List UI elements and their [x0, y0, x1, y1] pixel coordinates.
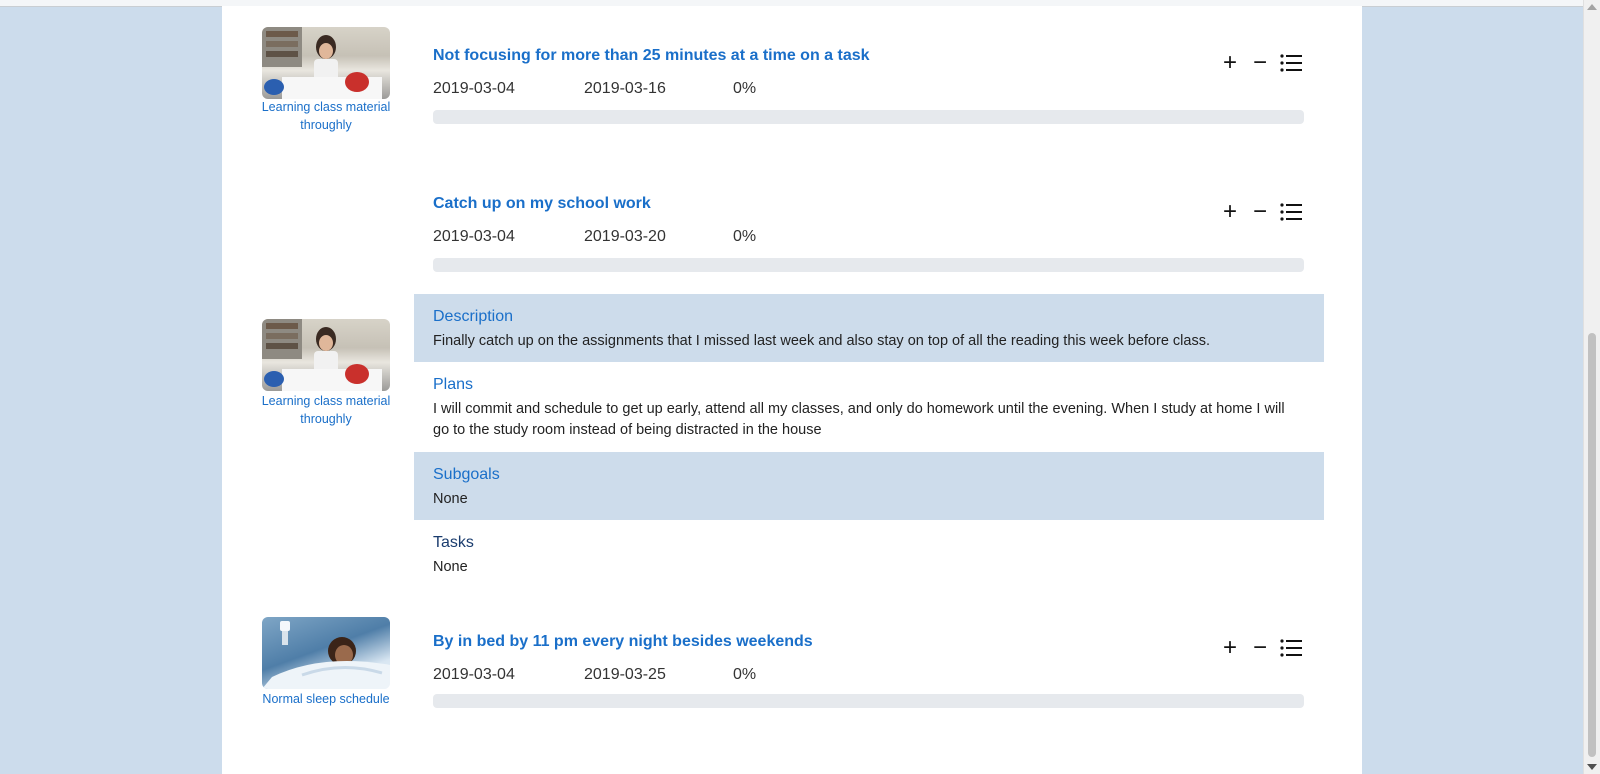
subgoals-section: Subgoals None: [414, 452, 1324, 520]
subgoals-text: None: [433, 491, 468, 507]
description-section: Description Finally catch up on the assi…: [414, 294, 1324, 362]
vertical-scrollbar[interactable]: [1583, 0, 1600, 774]
list-icon[interactable]: [1280, 638, 1302, 658]
tasks-text: None: [433, 559, 468, 575]
study-photo-icon: [262, 27, 382, 99]
goal-image-caption[interactable]: Normal sleep schedule: [258, 690, 394, 708]
sleep-photo-icon: [262, 621, 390, 689]
goal-end-date: 2019-03-20: [584, 228, 666, 245]
minus-icon[interactable]: [1248, 51, 1272, 75]
goal-end-date: 2019-03-16: [584, 80, 666, 97]
goal-start-date: 2019-03-04: [433, 228, 515, 245]
goal-start-date: 2019-03-04: [433, 80, 515, 97]
goal-image-caption[interactable]: Learning class material throughly: [258, 392, 394, 428]
plans-label: Plans: [433, 376, 474, 393]
goal-start-date: 2019-03-04: [433, 666, 515, 683]
goal-image-caption[interactable]: Learning class material throughly: [258, 98, 394, 134]
list-icon[interactable]: [1280, 53, 1302, 73]
plans-text: I will commit and schedule to get up ear…: [433, 401, 1285, 438]
goal-image-study[interactable]: [262, 27, 390, 99]
goal-progress-text: 0%: [733, 228, 757, 245]
goal-image-study[interactable]: [262, 319, 390, 391]
goal-progress-bar: [433, 110, 1304, 124]
plus-icon[interactable]: [1218, 51, 1242, 75]
goal-progress-text: 0%: [733, 666, 757, 683]
scrollbar-thumb[interactable]: [1588, 333, 1596, 757]
subgoals-label: Subgoals: [433, 466, 500, 483]
plus-icon[interactable]: [1218, 200, 1242, 224]
goal-title[interactable]: Catch up on my school work: [433, 195, 651, 213]
minus-icon[interactable]: [1248, 200, 1272, 224]
scroll-down-arrow-icon[interactable]: [1587, 764, 1597, 770]
tasks-label: Tasks: [433, 534, 474, 551]
description-text: Finally catch up on the assignments that…: [433, 333, 1210, 349]
plus-icon[interactable]: [1218, 636, 1242, 660]
goal-progress-bar: [433, 694, 1304, 708]
study-photo-icon: [262, 319, 382, 391]
description-label: Description: [433, 308, 514, 325]
goal-title[interactable]: By in bed by 11 pm every night besides w…: [433, 633, 813, 651]
goal-title[interactable]: Not focusing for more than 25 minutes at…: [433, 47, 870, 65]
list-icon[interactable]: [1280, 202, 1302, 222]
goal-progress-bar: [433, 258, 1304, 272]
tasks-section: Tasks None: [414, 520, 1324, 588]
minus-icon[interactable]: [1248, 636, 1272, 660]
goal-image-sleep[interactable]: [262, 617, 390, 689]
goal-progress-text: 0%: [733, 80, 757, 97]
plans-section: Plans I will commit and schedule to get …: [414, 362, 1324, 452]
scroll-up-arrow-icon[interactable]: [1587, 4, 1597, 10]
goal-end-date: 2019-03-25: [584, 666, 666, 683]
